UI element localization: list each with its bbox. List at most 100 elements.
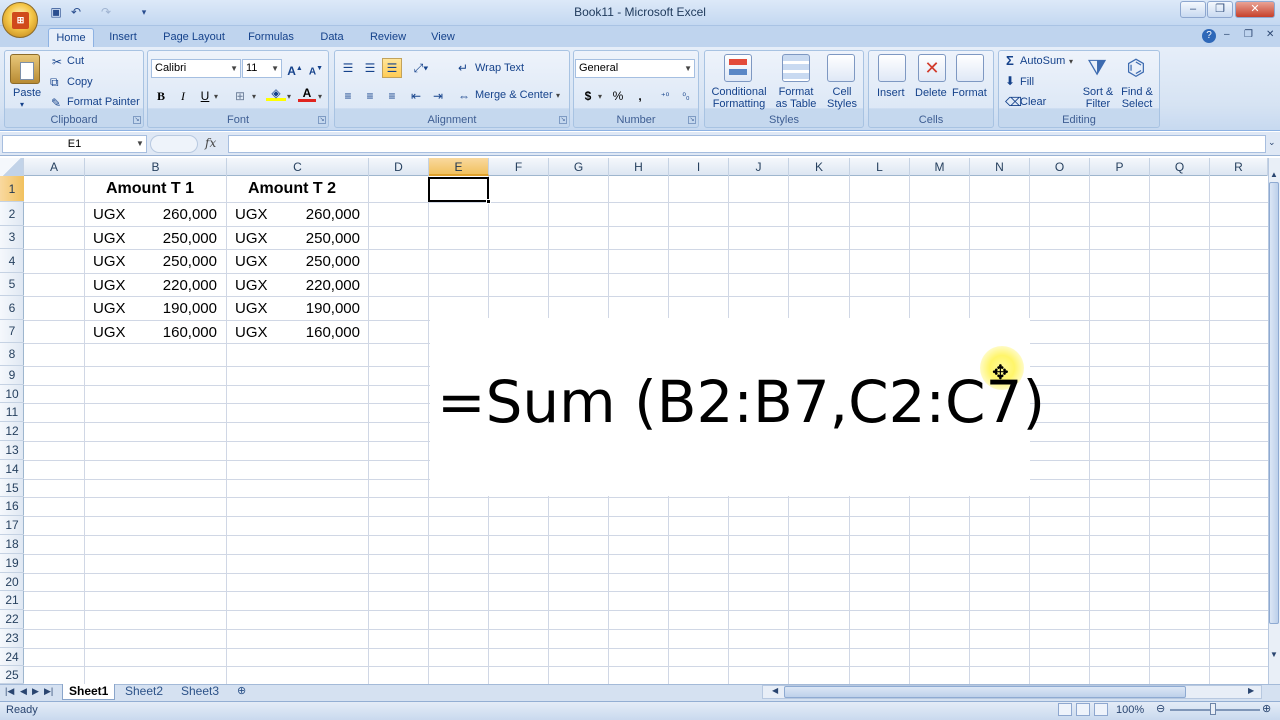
cell-c5-value[interactable]: 220,000 xyxy=(299,277,360,294)
select-all-button[interactable] xyxy=(0,158,24,176)
sheet-tab-1[interactable]: Sheet1 xyxy=(62,684,116,700)
paste-icon[interactable] xyxy=(10,54,40,84)
font-color-dropdown-icon[interactable]: ▾ xyxy=(318,92,322,101)
column-header-h[interactable]: H xyxy=(609,158,669,176)
binoculars-icon[interactable]: ⌬ xyxy=(1122,54,1150,82)
align-right-icon[interactable]: ≡ xyxy=(382,86,402,106)
scroll-right-icon[interactable]: ▶ xyxy=(1248,686,1254,695)
merge-dropdown-icon[interactable]: ▾ xyxy=(556,91,560,100)
cell-c6-value[interactable]: 190,000 xyxy=(299,300,360,317)
zoom-out-icon[interactable]: ⊖ xyxy=(1156,702,1165,715)
scroll-up-icon[interactable]: ▲ xyxy=(1270,170,1278,179)
cell-c3-value[interactable]: 250,000 xyxy=(299,230,360,247)
borders-icon[interactable]: ⊞ xyxy=(230,86,250,106)
tab-page-layout[interactable]: Page Layout xyxy=(158,28,230,48)
paste-button[interactable]: Paste xyxy=(13,87,41,99)
column-header-q[interactable]: Q xyxy=(1150,158,1210,176)
borders-dropdown-icon[interactable]: ▾ xyxy=(252,92,256,101)
column-header-g[interactable]: G xyxy=(549,158,609,176)
insert-sheet-icon[interactable]: ⊕ xyxy=(231,684,252,700)
cell-b6-currency[interactable]: UGX xyxy=(93,300,126,317)
font-size-combo[interactable]: 11 ▼ xyxy=(242,59,282,78)
row-header-13[interactable]: 13 xyxy=(0,441,24,460)
last-sheet-icon[interactable]: ▶| xyxy=(44,686,53,697)
cell-b3-currency[interactable]: UGX xyxy=(93,230,126,247)
underline-dropdown-icon[interactable]: ▾ xyxy=(214,92,218,101)
column-header-p[interactable]: P xyxy=(1090,158,1150,176)
minimize-button[interactable]: – xyxy=(1180,1,1206,18)
ribbon-close-icon[interactable]: ✕ xyxy=(1266,29,1274,40)
column-header-f[interactable]: F xyxy=(489,158,549,176)
row-header-20[interactable]: 20 xyxy=(0,573,24,591)
column-header-a[interactable]: A xyxy=(24,158,85,176)
column-header-d[interactable]: D xyxy=(369,158,429,176)
normal-view-icon[interactable] xyxy=(1058,703,1072,716)
cell-c7-value[interactable]: 160,000 xyxy=(299,324,360,341)
cell-styles-icon[interactable] xyxy=(827,54,855,82)
fill-icon[interactable]: ⬇ xyxy=(1005,74,1015,88)
name-box-dropdown-icon[interactable]: ▼ xyxy=(136,139,144,148)
row-header-11[interactable]: 11 xyxy=(0,403,24,422)
row-header-21[interactable]: 21 xyxy=(0,591,24,610)
ribbon-restore-icon[interactable]: ❐ xyxy=(1244,29,1253,40)
clear-button[interactable]: Clear xyxy=(1020,96,1046,108)
copy-button[interactable]: Copy xyxy=(67,76,93,88)
shrink-font-icon[interactable]: A▼ xyxy=(306,58,326,78)
row-header-6[interactable]: 6 xyxy=(0,296,24,320)
row-header-12[interactable]: 12 xyxy=(0,422,24,441)
row-header-15[interactable]: 15 xyxy=(0,479,24,497)
tab-review[interactable]: Review xyxy=(364,28,412,48)
formula-input[interactable] xyxy=(228,135,1266,153)
formula-bar-expand-icon[interactable]: ⌄ xyxy=(1268,137,1276,148)
column-header-r[interactable]: R xyxy=(1210,158,1268,176)
row-header-4[interactable]: 4 xyxy=(0,249,24,273)
ribbon-minimize-icon[interactable]: – xyxy=(1224,29,1230,40)
row-header-16[interactable]: 16 xyxy=(0,497,24,516)
format-as-table-icon[interactable] xyxy=(782,54,810,82)
alignment-launcher-icon[interactable]: ↘ xyxy=(559,116,567,124)
font-name-combo[interactable]: Calibri ▼ xyxy=(151,59,241,78)
column-header-l[interactable]: L xyxy=(850,158,910,176)
tab-insert[interactable]: Insert xyxy=(102,28,144,48)
prev-sheet-icon[interactable]: ◀ xyxy=(20,686,27,697)
tab-home[interactable]: Home xyxy=(48,28,94,48)
horizontal-scroll-thumb[interactable] xyxy=(784,686,1186,698)
orientation-icon[interactable]: ⤢▾ xyxy=(408,58,434,78)
find-select-button[interactable]: Find & Select xyxy=(1117,86,1157,110)
row-header-3[interactable]: 3 xyxy=(0,226,24,249)
conditional-formatting-button[interactable]: Conditional Formatting xyxy=(708,86,770,110)
help-icon[interactable]: ? xyxy=(1202,29,1216,43)
row-header-17[interactable]: 17 xyxy=(0,516,24,535)
row-header-9[interactable]: 9 xyxy=(0,366,24,385)
restore-button[interactable]: ❐ xyxy=(1207,1,1233,18)
fill-color-dropdown-icon[interactable]: ▾ xyxy=(287,92,291,101)
currency-dropdown-icon[interactable]: ▾ xyxy=(598,92,602,101)
column-header-m[interactable]: M xyxy=(910,158,970,176)
cell-b4-currency[interactable]: UGX xyxy=(93,253,126,270)
cut-icon[interactable]: ✂ xyxy=(52,55,62,69)
number-format-combo[interactable]: General ▼ xyxy=(575,59,695,78)
cell-b7-currency[interactable]: UGX xyxy=(93,324,126,341)
column-header-e[interactable]: E xyxy=(429,158,489,176)
cell-b5-currency[interactable]: UGX xyxy=(93,277,126,294)
cell-b6-value[interactable]: 190,000 xyxy=(157,300,217,317)
decrease-decimal-icon[interactable]: ⁰₀ xyxy=(676,86,696,106)
row-header-22[interactable]: 22 xyxy=(0,610,24,629)
align-center-icon[interactable]: ≡ xyxy=(360,86,380,106)
column-header-k[interactable]: K xyxy=(789,158,850,176)
column-header-c[interactable]: C xyxy=(227,158,369,176)
format-cells-icon[interactable] xyxy=(956,54,984,82)
sheet-tab-3[interactable]: Sheet3 xyxy=(175,684,225,700)
row-header-8[interactable]: 8 xyxy=(0,343,24,366)
format-cells-button[interactable]: Format xyxy=(952,87,987,99)
font-color-icon[interactable]: A xyxy=(298,86,316,106)
merge-center-icon[interactable]: ⇔ xyxy=(458,89,470,103)
bold-button[interactable]: B xyxy=(151,86,171,106)
zoom-level[interactable]: 100% xyxy=(1116,704,1144,716)
tab-formulas[interactable]: Formulas xyxy=(244,28,298,48)
row-header-10[interactable]: 10 xyxy=(0,385,24,403)
vertical-scroll-thumb[interactable] xyxy=(1269,182,1279,624)
row-header-19[interactable]: 19 xyxy=(0,554,24,573)
cell-b4-value[interactable]: 250,000 xyxy=(157,253,217,270)
number-launcher-icon[interactable]: ↘ xyxy=(688,116,696,124)
